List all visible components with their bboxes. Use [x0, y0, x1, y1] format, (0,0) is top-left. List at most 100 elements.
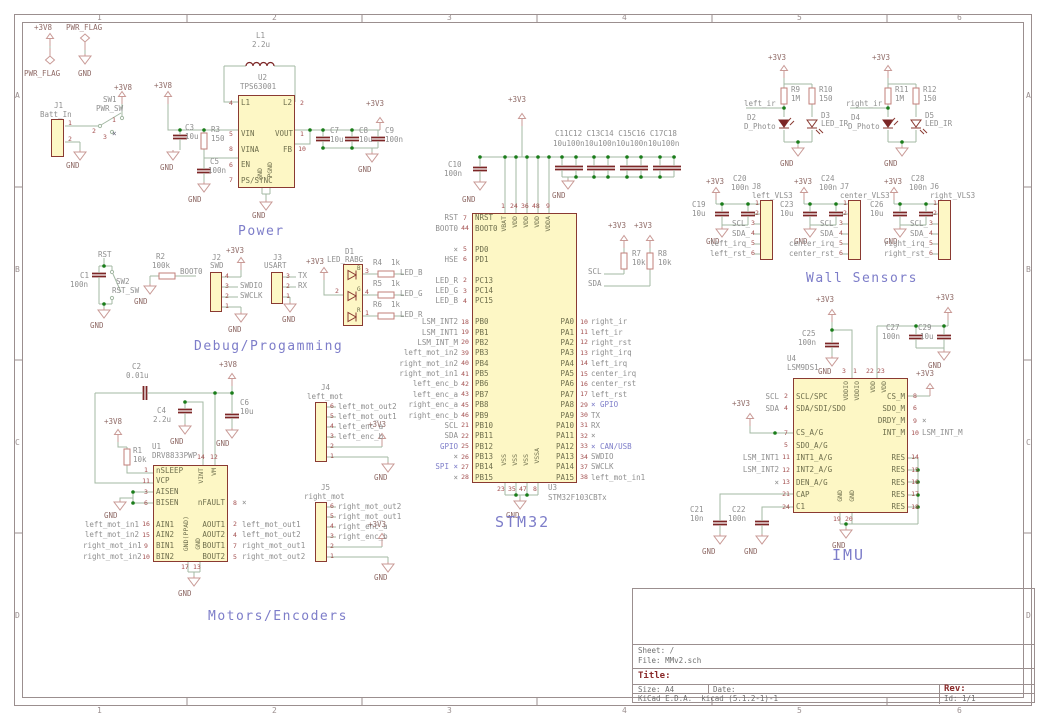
pin-name: PB10 — [472, 422, 506, 430]
pin-number: 8 — [228, 500, 242, 507]
pin-number: 14 — [908, 454, 922, 461]
label: C22 — [732, 506, 746, 514]
label: J6 — [930, 183, 939, 191]
label: R2 — [156, 253, 165, 261]
label: left_ir — [744, 100, 776, 108]
label: 5 — [929, 240, 933, 247]
pin-number: 18 — [458, 319, 472, 326]
connector-center-vls3[interactable] — [848, 200, 861, 260]
label: PGND — [267, 162, 274, 178]
ic-tps63001[interactable]: 4 L1 L2 2 5 VIN VOUT 1 — [224, 95, 334, 188]
connector-batt-in[interactable] — [51, 119, 64, 157]
label: +3V3 — [706, 178, 724, 186]
pin-name: DRDY_M — [872, 417, 908, 425]
connector-right-vls3[interactable] — [938, 200, 951, 260]
label: 100n — [909, 184, 927, 192]
pin-name: CS_A/G — [793, 429, 845, 437]
pin-name: INT_M — [872, 429, 908, 437]
net-label: right_mot_in1 — [83, 542, 139, 550]
label: GND — [257, 168, 264, 180]
label: 4 — [929, 230, 933, 237]
ic-stm32f103[interactable]: RST 7 NRST BOOT0 44 BOOT0 — [398, 213, 668, 483]
label: 1k — [391, 280, 400, 288]
pin-number: 2 — [779, 393, 793, 400]
connector-left-mot[interactable] — [315, 402, 327, 462]
label: J1 — [54, 102, 63, 110]
pin-row: LED_G 3 PC14 — [398, 286, 668, 296]
pin-number: 10 — [908, 430, 922, 437]
label: 24 — [510, 203, 518, 210]
label: 3 — [842, 368, 846, 375]
pin-row: 24 C1 RES 18 — [735, 501, 985, 513]
net-label: left_irq — [591, 360, 627, 368]
label: 1M — [791, 95, 800, 103]
net-label: × — [242, 499, 247, 507]
net-label: LED_R — [398, 277, 458, 285]
pin-number: 2 — [458, 277, 472, 284]
net-label: BOOT0 — [398, 225, 458, 233]
pin-number: 45 — [458, 402, 472, 409]
label: GND — [818, 368, 832, 376]
label: 2 — [335, 288, 339, 295]
pin-number: 13 — [577, 350, 591, 357]
net-label: × — [922, 417, 927, 425]
label: C — [15, 439, 20, 447]
label: 3 — [225, 283, 229, 290]
pin-number: 12 — [577, 339, 591, 346]
label: VDD — [881, 381, 888, 393]
label: 4 — [330, 523, 334, 530]
label: 2.2u — [153, 416, 171, 424]
label: 13 — [193, 564, 201, 571]
label: right_irq_ — [884, 240, 929, 248]
label: GND — [134, 298, 148, 306]
pin-number: 33 — [577, 443, 591, 450]
pin-row: SDA 4 SDA/SDI/SDO SDO_M 6 — [735, 403, 985, 415]
pin-name: BIN2 — [153, 553, 186, 561]
label: 19 — [833, 516, 841, 523]
net-label: TX — [591, 412, 600, 420]
schematic-canvas[interactable]: 4 L1 L2 2 5 VIN VOUT 1 — [0, 0, 1046, 720]
pin-row — [224, 111, 334, 127]
pin-row: LED_B 4 PC15 — [398, 296, 668, 306]
title-block: Sheet: / File: MMv2.sch Title: Size: A4 … — [632, 588, 1035, 703]
label: +3V3 — [794, 178, 812, 186]
pin-number: 16 — [908, 479, 922, 486]
net-label: left_mot_out2 — [242, 531, 301, 539]
label: VDDA — [545, 216, 552, 232]
titleblock-rev: Rev: — [944, 685, 966, 694]
pin-number: 11 — [779, 454, 793, 461]
label: 4 — [622, 707, 627, 715]
label: GND — [195, 538, 202, 550]
pin-row: LED_R 2 PC13 — [398, 275, 668, 285]
label: 6 — [751, 250, 755, 257]
label: GND — [90, 322, 104, 330]
label: 3 — [447, 14, 452, 22]
pin-row: 6 BISEN nFAULT 8 × — [83, 497, 313, 508]
label: GND — [104, 512, 118, 520]
label: 5 — [839, 240, 843, 247]
label: C9 — [385, 127, 394, 135]
label: 6 — [839, 250, 843, 257]
label: D — [1026, 612, 1031, 620]
label: 1 — [286, 293, 290, 300]
label: +3V3 — [916, 370, 934, 378]
pin-row: right_mot_in2 10 BIN2 BOUT2 5 right_mot_… — [83, 551, 313, 562]
connector-left-vls3[interactable] — [760, 200, 773, 260]
led-rabg-body[interactable] — [343, 264, 363, 326]
label: 2 — [92, 128, 96, 135]
pin-row: LSM_INT_M 20 PB2 PA2 12 right_rst — [398, 338, 668, 348]
connector-right-mot[interactable] — [315, 502, 327, 562]
label: 4 — [751, 230, 755, 237]
pin-row: 8 VINA FB 10 — [224, 142, 334, 158]
label: 10k — [632, 259, 646, 267]
pin-number: 12 — [779, 467, 793, 474]
pin-name: PA13 — [543, 453, 577, 461]
pin-number: 4 — [228, 532, 242, 539]
label: VDD — [534, 216, 541, 228]
label: SDA — [588, 280, 602, 288]
connector-swd[interactable] — [210, 272, 222, 312]
label: R — [357, 308, 361, 314]
pin-number: 39 — [458, 350, 472, 357]
label: 100n — [798, 339, 816, 347]
connector-usart[interactable] — [271, 272, 283, 304]
